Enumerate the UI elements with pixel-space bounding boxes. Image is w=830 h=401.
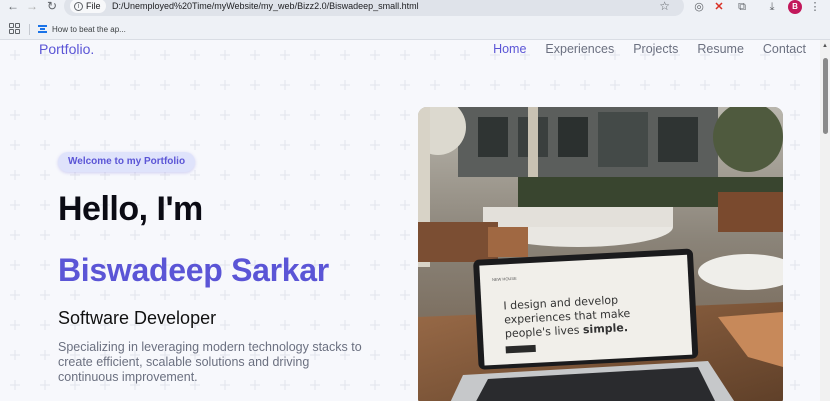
extension-x-icon[interactable]: ✕ [712,0,726,14]
file-chip-label: File [86,1,101,11]
reload-icon[interactable]: ↻ [45,0,59,14]
hero-greeting: Hello, I'm [58,190,203,228]
lens-icon[interactable]: ◎ [692,0,706,14]
info-icon: i [74,1,83,11]
download-icon[interactable]: ⤓ [765,0,779,14]
nav-projects[interactable]: Projects [633,42,678,56]
screen-text-3b: simple. [583,321,629,336]
nav-home[interactable]: Home [493,42,526,56]
hero-role: Software Developer [58,308,217,328]
hero-tagline: Specializing in leveraging modern techno… [58,340,362,384]
scrollbar-thumb[interactable] [823,58,828,134]
bookmarks-bar: How to beat the ap... [0,20,830,40]
welcome-badge: Welcome to my Portfolio [58,152,196,172]
filter-icon [38,25,47,33]
scroll-up-icon[interactable]: ▲ [822,43,828,49]
site-navbar: Portfolio. Home Experiences Projects Res… [0,40,820,60]
extensions-puzzle-icon[interactable]: ⧉ [735,0,749,14]
hero-name: Biswadeep Sarkar [58,252,329,288]
bookmark-label: How to beat the ap... [52,24,126,34]
browser-chrome: ← → ↻ i File D:/Unemployed%20Time/myWebs… [0,0,830,40]
menu-kebab-icon[interactable]: ⋮ [808,0,822,14]
bookmarks-divider [29,24,30,35]
laptop-photo: NEW HOUSE I design and develop experienc… [418,107,783,401]
bookmark-item[interactable]: How to beat the ap... [38,22,126,36]
hero-image: NEW HOUSE I design and develop experienc… [418,107,783,401]
bookmark-star-icon[interactable]: ☆ [659,0,670,13]
address-bar[interactable]: i File D:/Unemployed%20Time/myWebsite/my… [64,0,684,16]
page-scrollbar[interactable]: ▲ [820,40,830,401]
back-arrow-icon[interactable]: ← [6,0,20,14]
nav-links: Home Experiences Projects Resume Contact [493,42,806,56]
web-page: Portfolio. Home Experiences Projects Res… [0,40,830,401]
site-info-chip[interactable]: i File [70,0,106,13]
nav-contact[interactable]: Contact [763,42,806,56]
nav-resume[interactable]: Resume [697,42,744,56]
apps-grid-icon[interactable] [9,23,20,34]
site-logo[interactable]: Portfolio. [39,41,94,57]
browser-toolbar: ← → ↻ i File D:/Unemployed%20Time/myWebs… [0,0,830,17]
forward-arrow-icon[interactable]: → [25,0,39,14]
nav-experiences[interactable]: Experiences [545,42,614,56]
url-text[interactable]: D:/Unemployed%20Time/myWebsite/my_web/Bi… [112,0,419,13]
profile-avatar[interactable]: B [788,0,802,14]
